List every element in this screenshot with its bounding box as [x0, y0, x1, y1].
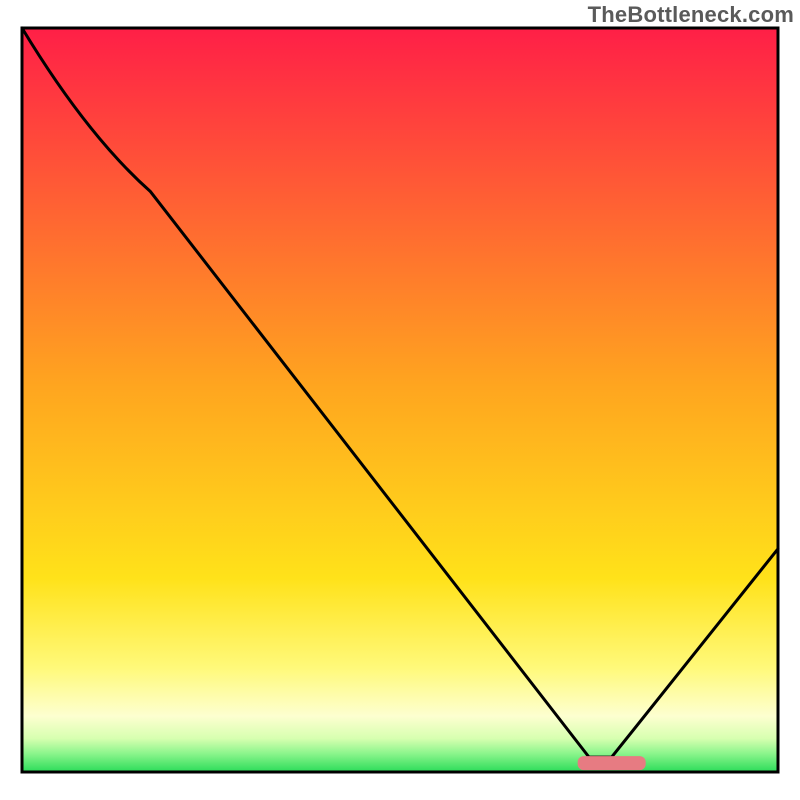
brand-label: TheBottleneck.com: [588, 2, 794, 28]
optimal-zone-marker: [578, 756, 646, 770]
chart-stage: TheBottleneck.com: [0, 0, 800, 800]
bottleneck-chart: [0, 0, 800, 800]
chart-background: [22, 28, 778, 772]
